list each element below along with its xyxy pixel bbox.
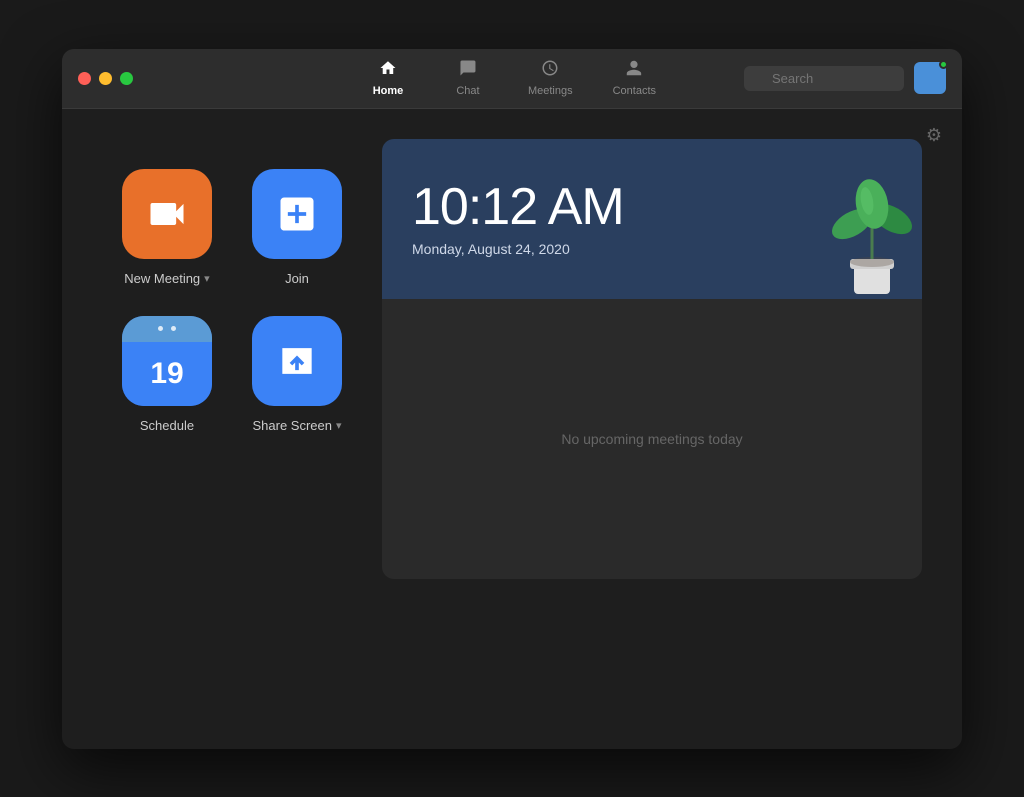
join-label: Join (285, 271, 309, 286)
search-input[interactable] (744, 66, 904, 91)
meetings-icon (541, 59, 559, 82)
chevron-icon: ▾ (204, 272, 210, 285)
right-panel: 10:12 AM Monday, August 24, 2020 (382, 129, 922, 579)
plant-decoration (832, 169, 912, 299)
no-meetings-text: No upcoming meetings today (561, 431, 742, 447)
app-window: Home Chat Meetings (62, 49, 962, 749)
join-button[interactable] (252, 169, 342, 259)
new-meeting-button[interactable] (122, 169, 212, 259)
contacts-icon (625, 59, 643, 82)
minimize-button[interactable] (99, 72, 112, 85)
search-wrapper: 🔍 (744, 66, 904, 91)
calendar-date: 19 (150, 357, 183, 391)
actions-grid: New Meeting ▾ Join (102, 129, 342, 433)
settings-icon[interactable]: ⚙ (926, 125, 942, 146)
tab-chat-label: Chat (456, 85, 479, 97)
new-meeting-label: New Meeting ▾ (124, 271, 209, 286)
share-screen-button[interactable] (252, 316, 342, 406)
chat-icon (459, 59, 477, 82)
tab-home[interactable]: Home (348, 53, 428, 103)
avatar[interactable] (914, 62, 946, 94)
meetings-panel: No upcoming meetings today (382, 299, 922, 579)
close-button[interactable] (78, 72, 91, 85)
tab-contacts-label: Contacts (613, 85, 656, 97)
nav-tabs: Home Chat Meetings (348, 53, 676, 103)
tab-chat[interactable]: Chat (428, 53, 508, 103)
clock-date: Monday, August 24, 2020 (412, 241, 892, 257)
join-item[interactable]: Join (252, 169, 342, 286)
schedule-item[interactable]: 19 Schedule (122, 316, 212, 433)
clock-widget: 10:12 AM Monday, August 24, 2020 (382, 139, 922, 299)
share-screen-label: Share Screen ▾ (252, 418, 341, 433)
tab-meetings[interactable]: Meetings (508, 53, 593, 103)
home-icon (379, 59, 397, 82)
titlebar-right: 🔍 (744, 62, 946, 94)
clock-time: 10:12 AM (412, 181, 892, 233)
share-screen-item[interactable]: Share Screen ▾ (252, 316, 342, 433)
main-content: ⚙ New Meeting ▾ (62, 109, 962, 749)
online-status-dot (939, 60, 948, 69)
new-meeting-item[interactable]: New Meeting ▾ (122, 169, 212, 286)
chevron-icon: ▾ (336, 419, 342, 432)
tab-meetings-label: Meetings (528, 85, 573, 97)
schedule-button[interactable]: 19 (122, 316, 212, 406)
titlebar: Home Chat Meetings (62, 49, 962, 109)
traffic-lights (78, 72, 133, 85)
tab-home-label: Home (373, 85, 404, 97)
maximize-button[interactable] (120, 72, 133, 85)
schedule-label: Schedule (140, 418, 194, 433)
tab-contacts[interactable]: Contacts (593, 53, 676, 103)
